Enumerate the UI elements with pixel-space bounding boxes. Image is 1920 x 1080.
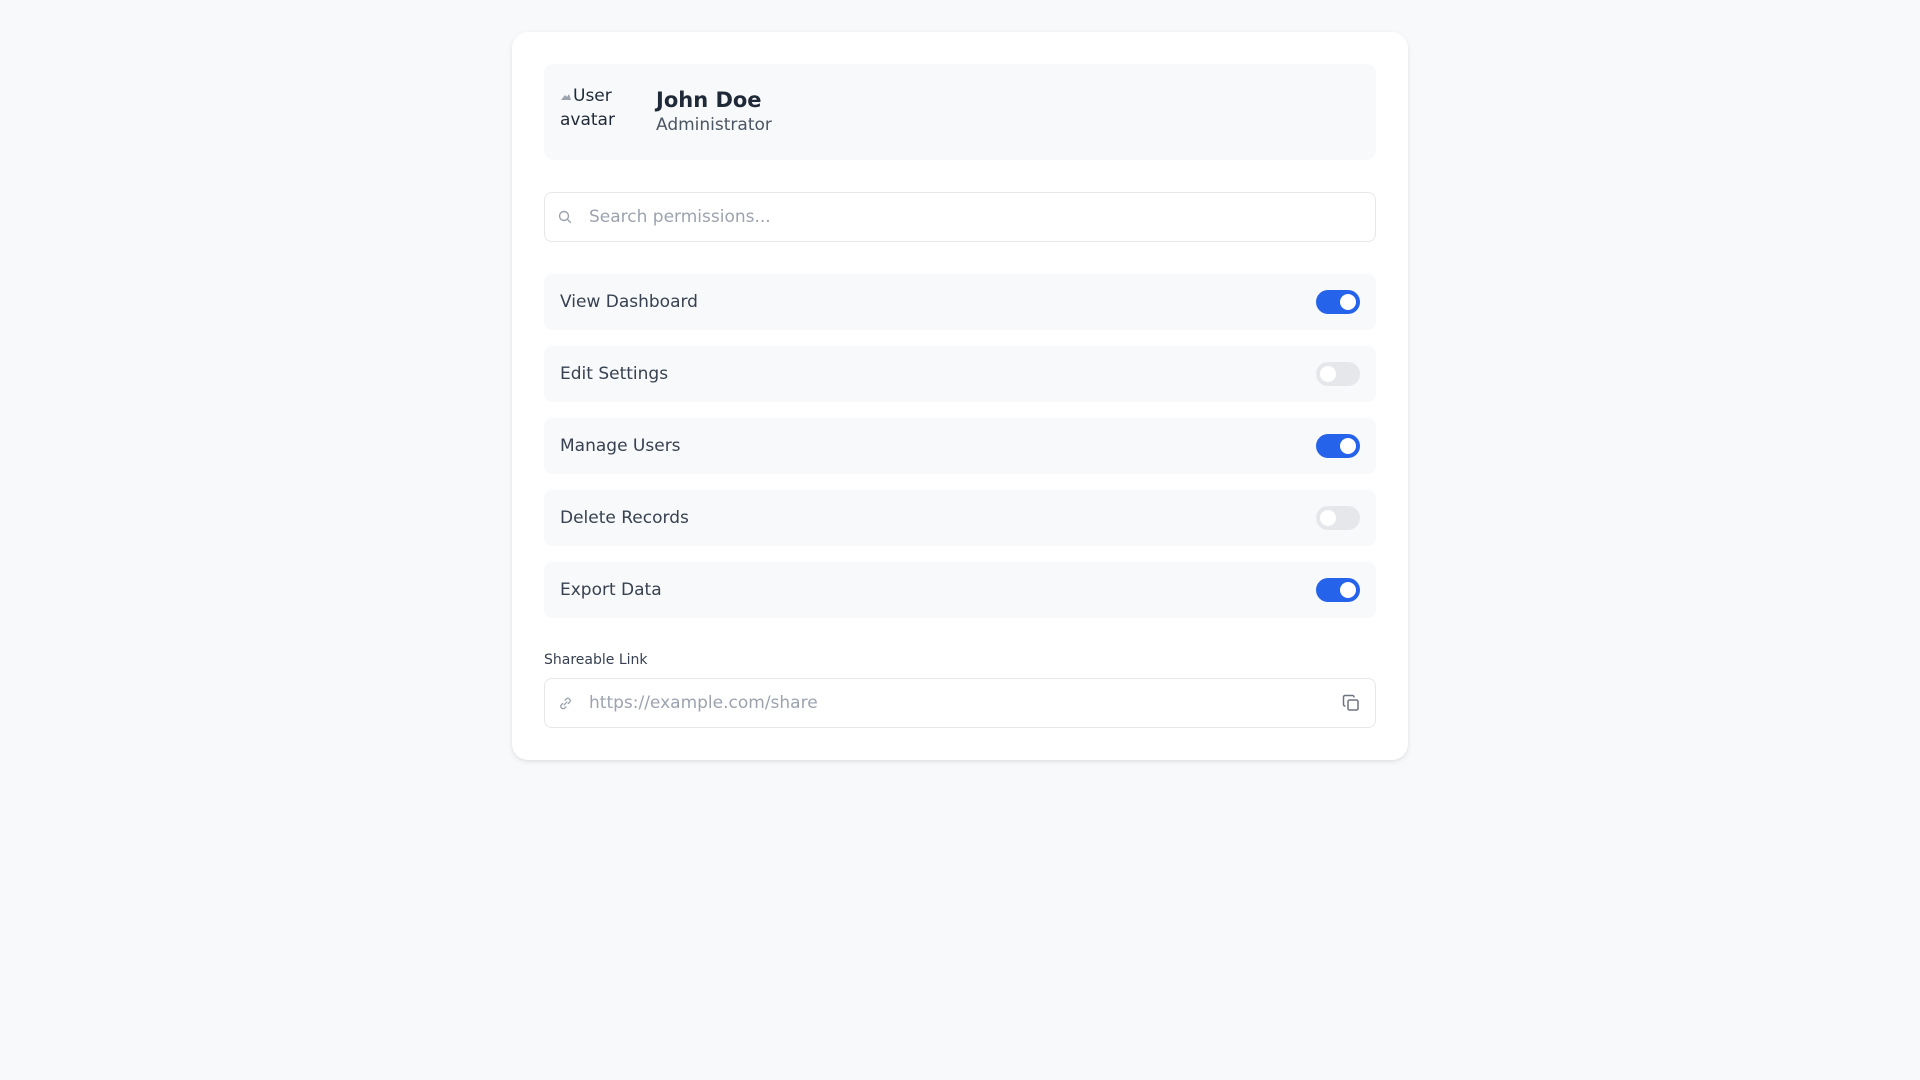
user-name: John Doe xyxy=(656,88,762,112)
permission-row: Delete Records xyxy=(544,490,1376,546)
shareable-link-label: Shareable Link xyxy=(544,652,648,668)
permission-label: Edit Settings xyxy=(560,364,669,384)
permissions-card: User avatar John Doe Administrator View … xyxy=(512,32,1408,760)
permission-label: Manage Users xyxy=(560,436,681,456)
user-role: Administrator xyxy=(656,115,772,135)
permission-list: View Dashboard Edit Settings Manage Users D… xyxy=(544,274,1376,618)
user-info: John Doe Administrator xyxy=(656,87,772,137)
broken-image-icon xyxy=(560,84,572,100)
toggle-knob xyxy=(1340,294,1356,310)
shareable-link-box[interactable] xyxy=(544,678,1376,728)
permission-toggle[interactable] xyxy=(1316,290,1360,314)
avatar-alt-line2: avatar xyxy=(560,110,615,130)
avatar-alt-text: User avatar xyxy=(560,84,615,132)
toggle-knob xyxy=(1320,510,1336,526)
toggle-knob xyxy=(1340,582,1356,598)
search-icon xyxy=(557,209,573,225)
permission-toggle[interactable] xyxy=(1316,362,1360,386)
shareable-link-input[interactable] xyxy=(587,692,1339,714)
permission-toggle[interactable] xyxy=(1316,506,1360,530)
permission-label: Delete Records xyxy=(560,508,689,528)
avatar-alt-line1: User xyxy=(573,86,612,106)
copy-icon xyxy=(1341,693,1361,713)
toggle-knob xyxy=(1320,366,1336,382)
link-icon xyxy=(557,695,573,711)
permission-row: Manage Users xyxy=(544,418,1376,474)
copy-button[interactable] xyxy=(1339,691,1363,715)
permission-row: View Dashboard xyxy=(544,274,1376,330)
permission-toggle[interactable] xyxy=(1316,578,1360,602)
toggle-knob xyxy=(1340,438,1356,454)
user-profile: User avatar John Doe Administrator xyxy=(544,64,1376,160)
avatar: User avatar xyxy=(560,84,640,132)
permission-row: Export Data xyxy=(544,562,1376,618)
permission-row: Edit Settings xyxy=(544,346,1376,402)
search-input[interactable] xyxy=(587,206,1363,228)
permission-toggle[interactable] xyxy=(1316,434,1360,458)
permission-label: View Dashboard xyxy=(560,292,698,312)
search-box[interactable] xyxy=(544,192,1376,242)
permission-label: Export Data xyxy=(560,580,662,600)
